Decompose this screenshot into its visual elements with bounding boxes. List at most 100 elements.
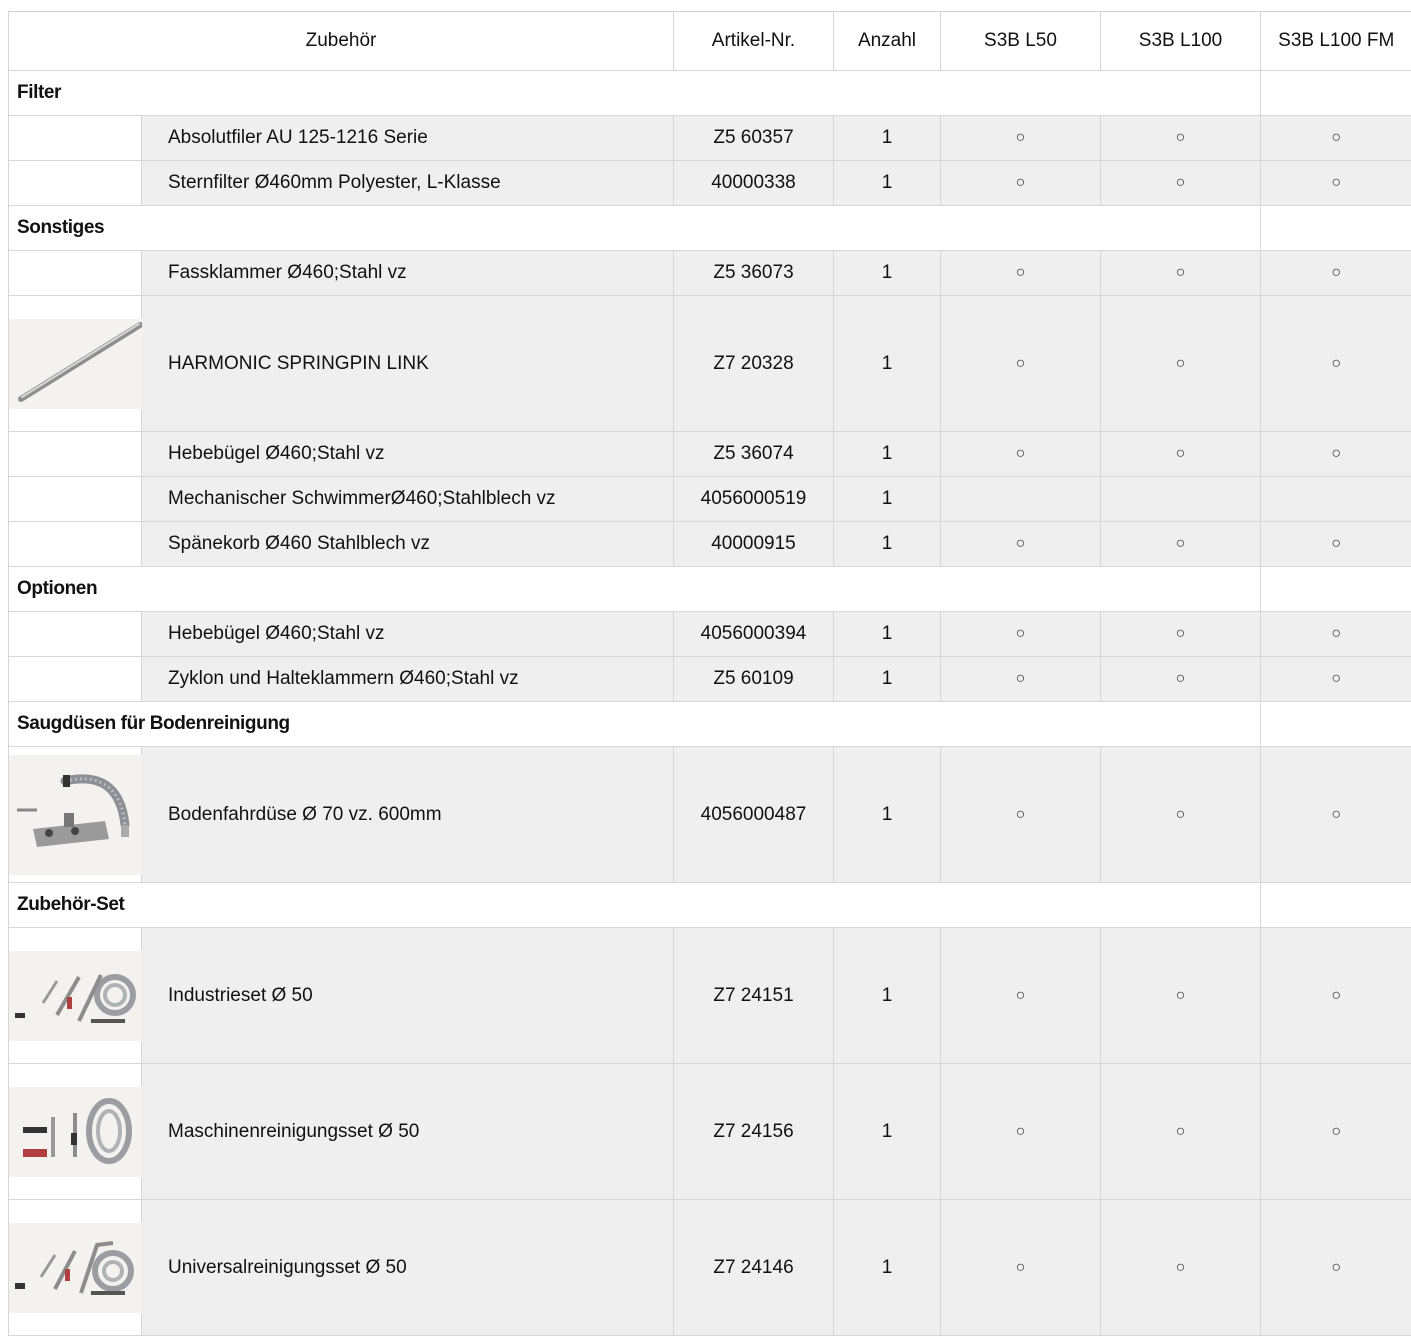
availability-marker: ○	[941, 747, 1101, 883]
availability-marker: ○	[941, 161, 1101, 206]
table-row: Spänekorb Ø460 Stahlblech vz 40000915 1 …	[9, 522, 1411, 567]
item-name: Sternfilter Ø460mm Polyester, L-Klasse	[142, 161, 674, 206]
category-row-sonstiges: Sonstiges	[9, 206, 1411, 251]
header-anzahl: Anzahl	[834, 12, 941, 71]
availability-marker: ○	[1101, 522, 1261, 567]
availability-marker: ○	[941, 251, 1101, 296]
availability-marker: ○	[1101, 747, 1261, 883]
availability-marker: ○	[1101, 251, 1261, 296]
item-quantity: 1	[834, 928, 941, 1064]
header-zubehoer: Zubehör	[9, 12, 674, 71]
availability-marker: ○	[1101, 1200, 1261, 1336]
item-name: Absolutfiler AU 125-1216 Serie	[142, 116, 674, 161]
springpin-rod-image	[9, 319, 142, 409]
item-quantity: 1	[834, 1200, 941, 1336]
item-article-number: Z5 60357	[674, 116, 834, 161]
availability-marker: ○	[1101, 296, 1261, 432]
table-row: Fassklammer Ø460;Stahl vz Z5 36073 1 ○ ○…	[9, 251, 1411, 296]
table-header-row: Zubehör Artikel-Nr. Anzahl S3B L50 S3B L…	[9, 12, 1411, 71]
category-title: Optionen	[9, 567, 1261, 612]
machine-set-image	[9, 1087, 142, 1177]
accessory-table: Zubehör Artikel-Nr. Anzahl S3B L50 S3B L…	[8, 11, 1411, 1336]
availability-marker: ○	[1261, 522, 1411, 567]
item-name: Spänekorb Ø460 Stahlblech vz	[142, 522, 674, 567]
availability-marker: ○	[941, 612, 1101, 657]
item-article-number: Z7 20328	[674, 296, 834, 432]
item-quantity: 1	[834, 747, 941, 883]
category-row-filter: Filter	[9, 71, 1411, 116]
category-row-optionen: Optionen	[9, 567, 1411, 612]
product-image	[9, 1064, 142, 1200]
availability-marker: ○	[1101, 612, 1261, 657]
table-row: HARMONIC SPRINGPIN LINK Z7 20328 1 ○ ○ ○	[9, 296, 1411, 432]
table-row: Mechanischer SchwimmerØ460;Stahlblech vz…	[9, 477, 1411, 522]
item-name: Zyklon und Halteklammern Ø460;Stahl vz	[142, 657, 674, 702]
accessory-set-image	[9, 951, 142, 1041]
item-name: Mechanischer SchwimmerØ460;Stahlblech vz	[142, 477, 674, 522]
item-name: Fassklammer Ø460;Stahl vz	[142, 251, 674, 296]
table-row: Zyklon und Halteklammern Ø460;Stahl vz Z…	[9, 657, 1411, 702]
item-quantity: 1	[834, 612, 941, 657]
universal-set-image	[9, 1223, 142, 1313]
item-quantity: 1	[834, 296, 941, 432]
item-article-number: Z5 36074	[674, 432, 834, 477]
item-article-number: 40000338	[674, 161, 834, 206]
availability-marker: ○	[1261, 432, 1411, 477]
header-artikel: Artikel-Nr.	[674, 12, 834, 71]
item-quantity: 1	[834, 522, 941, 567]
availability-marker: ○	[1261, 296, 1411, 432]
product-image	[9, 747, 142, 883]
table-row: Industrieset Ø 50 Z7 24151 1 ○ ○ ○	[9, 928, 1411, 1064]
availability-marker	[1101, 477, 1261, 522]
availability-marker: ○	[1261, 657, 1411, 702]
product-image	[9, 1200, 142, 1336]
item-article-number: Z5 60109	[674, 657, 834, 702]
table-row: Hebebügel Ø460;Stahl vz Z5 36074 1 ○ ○ ○	[9, 432, 1411, 477]
availability-marker: ○	[1261, 612, 1411, 657]
category-title: Sonstiges	[9, 206, 1261, 251]
item-quantity: 1	[834, 161, 941, 206]
product-image	[9, 296, 142, 432]
table-row: Sternfilter Ø460mm Polyester, L-Klasse 4…	[9, 161, 1411, 206]
availability-marker: ○	[1101, 1064, 1261, 1200]
item-article-number: Z7 24146	[674, 1200, 834, 1336]
availability-marker: ○	[1101, 116, 1261, 161]
availability-marker	[1261, 477, 1411, 522]
item-name: Hebebügel Ø460;Stahl vz	[142, 612, 674, 657]
item-name: Hebebügel Ø460;Stahl vz	[142, 432, 674, 477]
item-quantity: 1	[834, 116, 941, 161]
item-quantity: 1	[834, 477, 941, 522]
availability-marker: ○	[941, 928, 1101, 1064]
availability-marker: ○	[1261, 1200, 1411, 1336]
item-article-number: Z7 24156	[674, 1064, 834, 1200]
availability-marker: ○	[941, 116, 1101, 161]
product-image	[9, 928, 142, 1064]
availability-marker: ○	[1101, 657, 1261, 702]
availability-marker: ○	[1261, 251, 1411, 296]
category-row-zubehoer-set: Zubehör-Set	[9, 883, 1411, 928]
item-name: Maschinenreinigungsset Ø 50	[142, 1064, 674, 1200]
header-model-s3b-l100-fm: S3B L100 FM	[1261, 12, 1411, 71]
table-row: Hebebügel Ø460;Stahl vz 4056000394 1 ○ ○…	[9, 612, 1411, 657]
availability-marker: ○	[1261, 747, 1411, 883]
item-quantity: 1	[834, 657, 941, 702]
item-article-number: Z7 24151	[674, 928, 834, 1064]
item-article-number: 40000915	[674, 522, 834, 567]
availability-marker: ○	[1261, 1064, 1411, 1200]
availability-marker: ○	[1261, 116, 1411, 161]
table-row: Universalreinigungsset Ø 50 Z7 24146 1 ○…	[9, 1200, 1411, 1336]
item-quantity: 1	[834, 1064, 941, 1200]
availability-marker	[941, 477, 1101, 522]
header-model-s3b-l50: S3B L50	[941, 12, 1101, 71]
item-name: Universalreinigungsset Ø 50	[142, 1200, 674, 1336]
item-name: Industrieset Ø 50	[142, 928, 674, 1064]
table-row: Bodenfahrdüse Ø 70 vz. 600mm 4056000487 …	[9, 747, 1411, 883]
table-row: Absolutfiler AU 125-1216 Serie Z5 60357 …	[9, 116, 1411, 161]
availability-marker: ○	[941, 296, 1101, 432]
item-article-number: 4056000394	[674, 612, 834, 657]
item-article-number: 4056000487	[674, 747, 834, 883]
category-row-saugduesen: Saugdüsen für Bodenreinigung	[9, 702, 1411, 747]
item-article-number: 4056000519	[674, 477, 834, 522]
category-title: Filter	[9, 71, 1261, 116]
category-title: Zubehör-Set	[9, 883, 1261, 928]
